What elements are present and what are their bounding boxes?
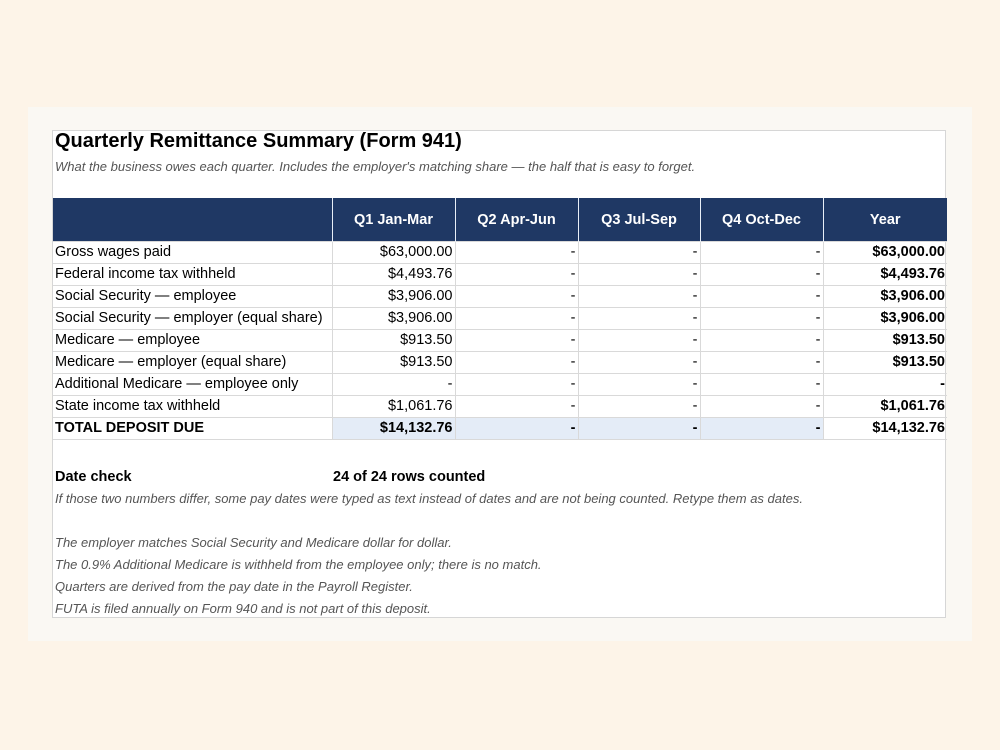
row-label[interactable]: Medicare — employee: [53, 329, 332, 352]
date-check-label: Date check: [55, 469, 132, 485]
note-futa: FUTA is filed annually on Form 940 and i…: [55, 601, 431, 616]
table-row: Gross wages paid $63,000.00 - - - $63,00…: [53, 241, 947, 264]
cell-q4[interactable]: -: [699, 329, 823, 352]
table-row: Federal income tax withheld $4,493.76 - …: [53, 263, 947, 286]
table-row: Medicare — employer (equal share) $913.5…: [53, 351, 947, 374]
cell-q2[interactable]: -: [454, 373, 578, 396]
note-employer-match: The employer matches Social Security and…: [55, 535, 452, 550]
total-q1[interactable]: $14,132.76: [331, 417, 455, 440]
total-q2[interactable]: -: [454, 417, 578, 440]
cell-q3[interactable]: -: [577, 241, 700, 264]
note-additional-medicare: The 0.9% Additional Medicare is withheld…: [55, 557, 542, 572]
header-row: Q1 Jan-Mar Q2 Apr-Jun Q3 Jul-Sep Q4 Oct-…: [53, 198, 947, 242]
cell-q2[interactable]: -: [454, 307, 578, 330]
header-cell-q4[interactable]: Q4 Oct-Dec: [700, 198, 824, 242]
total-year[interactable]: $14,132.76: [822, 417, 947, 440]
cell-q1[interactable]: $63,000.00: [331, 241, 455, 264]
row-label[interactable]: Gross wages paid: [53, 241, 332, 264]
header-cell-q3[interactable]: Q3 Jul-Sep: [578, 198, 701, 242]
cell-q1[interactable]: $1,061.76: [331, 395, 455, 418]
cell-q4[interactable]: -: [699, 395, 823, 418]
table-row: State income tax withheld $1,061.76 - - …: [53, 395, 947, 418]
date-check-value[interactable]: 24 of 24 rows counted: [333, 468, 485, 486]
cell-q1[interactable]: $913.50: [331, 329, 455, 352]
row-label[interactable]: State income tax withheld: [53, 395, 332, 418]
cell-q1[interactable]: $3,906.00: [331, 285, 455, 308]
table-row: Medicare — employee $913.50 - - - $913.5…: [53, 329, 947, 352]
cell-year[interactable]: $63,000.00: [822, 241, 947, 264]
total-row: TOTAL DEPOSIT DUE $14,132.76 - - - $14,1…: [53, 417, 947, 440]
header-cell-q1[interactable]: Q1 Jan-Mar: [332, 198, 456, 242]
row-label[interactable]: Social Security — employer (equal share): [53, 307, 332, 330]
cell-q2[interactable]: -: [454, 351, 578, 374]
page-title: Quarterly Remittance Summary (Form 941): [55, 130, 462, 152]
page-subtitle: What the business owes each quarter. Inc…: [55, 159, 696, 174]
total-q3[interactable]: -: [577, 417, 700, 440]
table-row: Additional Medicare — employee only - - …: [53, 373, 947, 396]
cell-q3[interactable]: -: [577, 395, 700, 418]
cell-q1[interactable]: $3,906.00: [331, 307, 455, 330]
table-row: Social Security — employee $3,906.00 - -…: [53, 285, 947, 308]
cell-q4[interactable]: -: [699, 373, 823, 396]
table-row: Social Security — employer (equal share)…: [53, 307, 947, 330]
cell-year[interactable]: $913.50: [822, 351, 947, 374]
total-q4[interactable]: -: [699, 417, 823, 440]
cell-q4[interactable]: -: [699, 307, 823, 330]
row-label[interactable]: Social Security — employee: [53, 285, 332, 308]
cell-q4[interactable]: -: [699, 351, 823, 374]
cell-q3[interactable]: -: [577, 307, 700, 330]
row-label[interactable]: Additional Medicare — employee only: [53, 373, 332, 396]
cell-q2[interactable]: -: [454, 329, 578, 352]
row-label[interactable]: Federal income tax withheld: [53, 263, 332, 286]
cell-year[interactable]: $3,906.00: [822, 307, 947, 330]
header-cell-blank[interactable]: [53, 198, 333, 242]
remittance-table: Q1 Jan-Mar Q2 Apr-Jun Q3 Jul-Sep Q4 Oct-…: [53, 198, 947, 440]
cell-q3[interactable]: -: [577, 373, 700, 396]
cell-q2[interactable]: -: [454, 285, 578, 308]
cell-q2[interactable]: -: [454, 263, 578, 286]
header-cell-year[interactable]: Year: [823, 198, 947, 242]
cell-year[interactable]: $1,061.76: [822, 395, 947, 418]
cell-q3[interactable]: -: [577, 285, 700, 308]
cell-q2[interactable]: -: [454, 395, 578, 418]
total-label[interactable]: TOTAL DEPOSIT DUE: [53, 417, 332, 440]
note-quarters: Quarters are derived from the pay date i…: [55, 579, 413, 594]
cell-q1[interactable]: $4,493.76: [331, 263, 455, 286]
cell-q3[interactable]: -: [577, 263, 700, 286]
cell-q1[interactable]: $913.50: [331, 351, 455, 374]
cell-q4[interactable]: -: [699, 285, 823, 308]
cell-q4[interactable]: -: [699, 263, 823, 286]
cell-year[interactable]: $4,493.76: [822, 263, 947, 286]
cell-q3[interactable]: -: [577, 329, 700, 352]
cell-year[interactable]: -: [822, 373, 947, 396]
cell-q2[interactable]: -: [454, 241, 578, 264]
cell-q4[interactable]: -: [699, 241, 823, 264]
header-cell-q2[interactable]: Q2 Apr-Jun: [455, 198, 579, 242]
cell-year[interactable]: $913.50: [822, 329, 947, 352]
cell-year[interactable]: $3,906.00: [822, 285, 947, 308]
date-check-note: If those two numbers differ, some pay da…: [55, 491, 803, 506]
row-label[interactable]: Medicare — employer (equal share): [53, 351, 332, 374]
cell-q1[interactable]: -: [331, 373, 455, 396]
cell-q3[interactable]: -: [577, 351, 700, 374]
